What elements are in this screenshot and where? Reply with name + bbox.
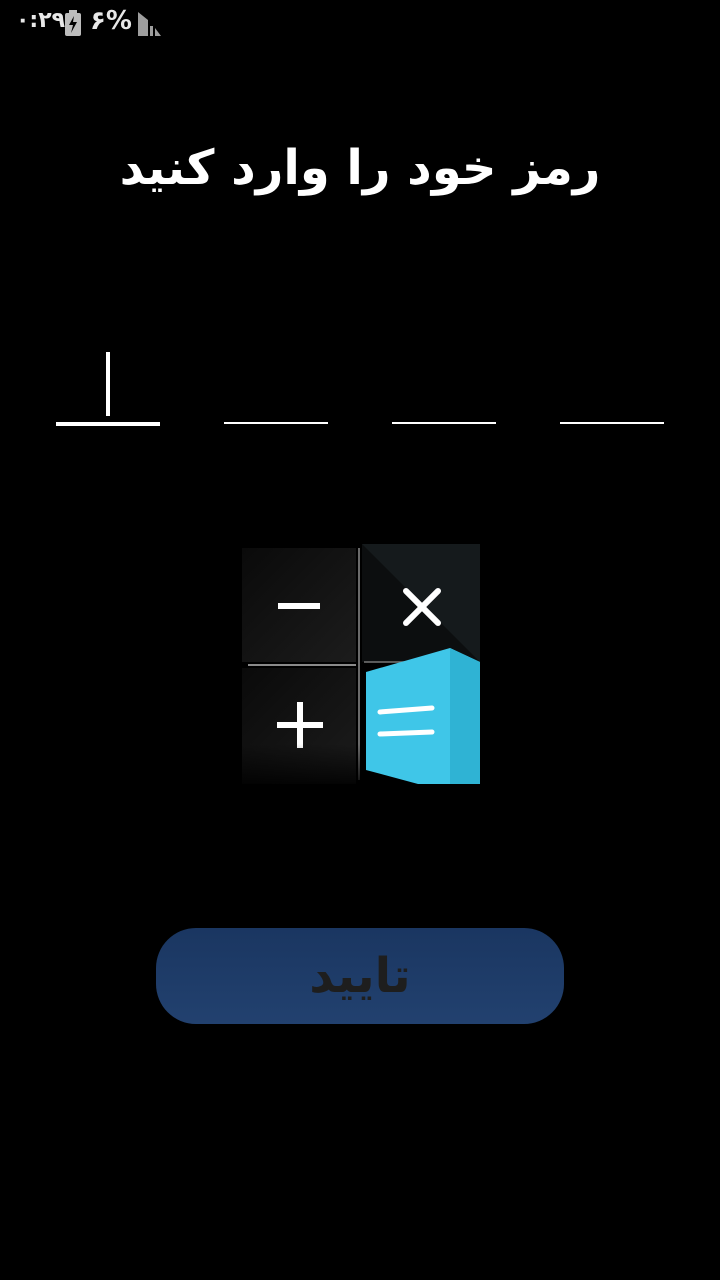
pin-entry-screen: ۰:۲۹ ۶% رمز خود را وارد کنید تایید — [0, 0, 720, 1280]
text-cursor — [106, 352, 110, 416]
pin-underline — [224, 422, 328, 424]
confirm-button-label: تایید — [309, 948, 411, 1004]
battery-charging-icon — [65, 10, 81, 36]
pin-digit-3[interactable] — [392, 340, 496, 428]
pin-underline — [56, 422, 160, 426]
confirm-button[interactable]: تایید — [156, 928, 564, 1024]
status-bar: ۰:۲۹ ۶% — [0, 0, 720, 48]
status-time: ۰:۲۹ — [16, 8, 66, 33]
signal-icon — [138, 12, 161, 36]
pin-digit-4[interactable] — [560, 340, 664, 428]
calculator-icon — [240, 544, 480, 784]
battery-percent: ۶% — [90, 6, 132, 36]
page-title: رمز خود را وارد کنید — [119, 140, 601, 196]
pin-digit-2[interactable] — [224, 340, 328, 428]
pin-underline — [560, 422, 664, 424]
pin-underline — [392, 422, 496, 424]
pin-digit-1[interactable] — [56, 340, 160, 428]
